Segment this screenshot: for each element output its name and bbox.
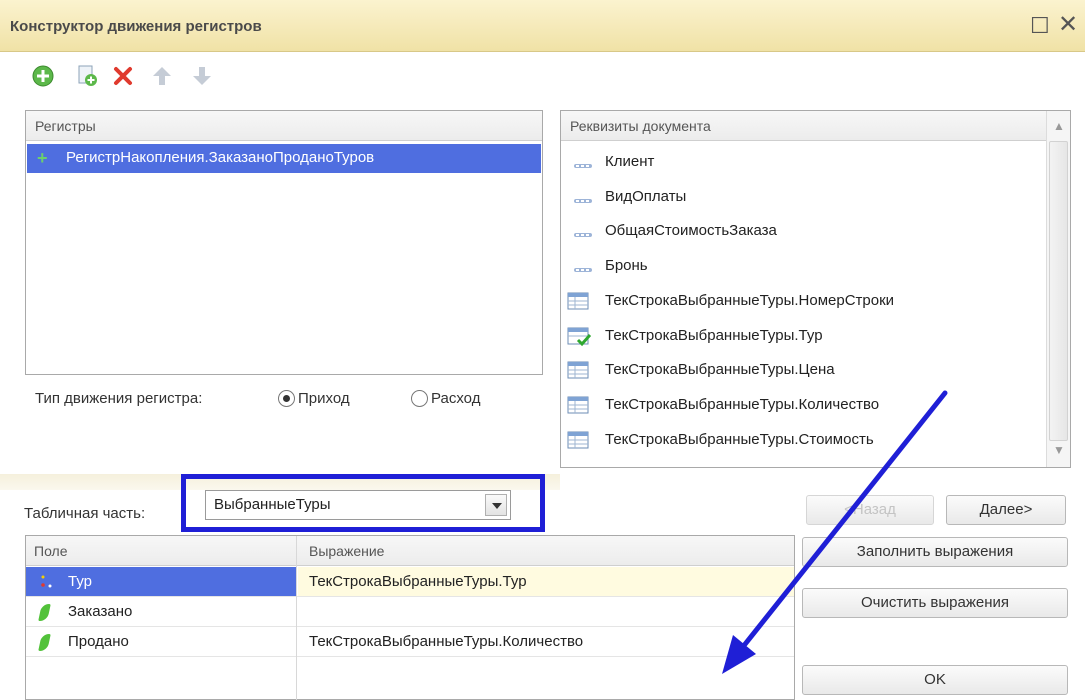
- selected-field-cell[interactable]: [26, 567, 296, 596]
- table-header: Поле Выражение: [26, 536, 794, 566]
- attribute-label: Бронь: [605, 257, 648, 275]
- attribute-icon: [573, 158, 597, 176]
- attribute-icon: [573, 227, 597, 245]
- radio-expense-label: Расход: [431, 390, 481, 407]
- attribute-label: ОбщаяСтоимостьЗаказа: [605, 222, 777, 240]
- attribute-label: ТекСтрокаВыбранныеТуры.Цена: [605, 361, 835, 379]
- registers-list[interactable]: Регистры + РегистрНакопления.ЗаказаноПро…: [25, 110, 543, 375]
- table-row[interactable]: Заказано: [26, 597, 794, 627]
- back-button[interactable]: <Назад: [806, 495, 934, 525]
- move-up-icon[interactable]: [150, 64, 174, 88]
- table-field-icon: [567, 396, 591, 414]
- clear-expressions-button[interactable]: Очистить выражения: [802, 588, 1068, 618]
- radio-circle[interactable]: [411, 390, 428, 407]
- attribute-label: Клиент: [605, 153, 655, 170]
- table-field-checked-icon: [567, 327, 592, 346]
- field-name: Тур: [68, 573, 92, 590]
- table-field-icon: [567, 361, 591, 379]
- fill-expressions-button[interactable]: Заполнить выражения: [802, 537, 1068, 567]
- document-attributes-list[interactable]: Реквизиты документа Клиент ВидОплаты Общая…: [560, 110, 1071, 468]
- add-icon[interactable]: [31, 64, 55, 88]
- close-icon[interactable]: ✕: [1058, 10, 1078, 39]
- ok-button[interactable]: OK: [802, 665, 1068, 695]
- attribute-label: ТекСтрокаВыбранныеТуры.Тур: [605, 326, 823, 344]
- delete-icon[interactable]: [111, 64, 135, 88]
- attribute-label: ТекСтрокаВыбранныеТуры.Стоимость: [605, 430, 874, 448]
- fields-table[interactable]: Поле Выражение Тур ТекСтрокаВыбранныеТур…: [25, 535, 795, 700]
- dimension-icon: [41, 575, 52, 588]
- tabular-part-label: Табличная часть:: [24, 505, 146, 522]
- window-title: Конструктор движения регистров: [10, 18, 262, 35]
- column-divider: [296, 536, 297, 700]
- table-field-icon: [567, 431, 591, 449]
- maximize-icon[interactable]: ☐: [1030, 13, 1050, 39]
- field-name: Заказано: [68, 603, 133, 620]
- register-item-label: РегистрНакопления.ЗаказаноПроданоТуров: [66, 149, 375, 166]
- resource-icon: [38, 604, 51, 621]
- radio-circle[interactable]: [278, 390, 295, 407]
- attribute-label: ТекСтрокаВыбранныеТуры.НомерСтроки: [605, 291, 895, 309]
- column-header-field[interactable]: Поле: [34, 543, 68, 559]
- attribute-icon: [573, 193, 597, 211]
- field-name: Продано: [68, 633, 129, 650]
- attribute-label: ТекСтрокаВыбранныеТуры.Количество: [605, 395, 880, 413]
- field-expression: ТекСтрокаВыбранныеТуры.Тур: [309, 573, 527, 590]
- movement-type-label: Тип движения регистра:: [35, 390, 203, 407]
- plus-icon: +: [37, 148, 48, 168]
- resource-icon: [38, 634, 51, 651]
- column-header-expression[interactable]: Выражение: [309, 543, 384, 559]
- scroll-up-icon[interactable]: ▲: [1053, 119, 1065, 133]
- scroll-down-icon[interactable]: ▼: [1053, 443, 1065, 457]
- registers-header: Регистры: [26, 111, 542, 141]
- attributes-header: Реквизиты документа: [561, 111, 1070, 141]
- attribute-icon: [573, 262, 597, 280]
- register-item[interactable]: + РегистрНакопления.ЗаказаноПроданоТуров: [27, 144, 541, 173]
- copy-icon[interactable]: [75, 64, 99, 88]
- move-down-icon[interactable]: [190, 64, 214, 88]
- annotation-highlight-box: [181, 474, 545, 532]
- table-field-icon: [567, 292, 591, 310]
- radio-income-label: Приход: [298, 390, 350, 407]
- title-bar: Конструктор движения регистров ☐ ✕: [0, 0, 1085, 52]
- table-row[interactable]: Тур ТекСтрокаВыбранныеТуры.Тур: [26, 567, 794, 597]
- field-expression: ТекСтрокаВыбранныеТуры.Количество: [309, 633, 584, 650]
- table-row[interactable]: Продано ТекСтрокаВыбранныеТуры.Количеств…: [26, 627, 794, 657]
- next-button[interactable]: Далее>: [946, 495, 1066, 525]
- scroll-thumb[interactable]: [1049, 141, 1068, 441]
- attribute-label: ВидОплаты: [605, 187, 687, 205]
- attributes-scrollbar[interactable]: ▲ ▼: [1046, 111, 1070, 467]
